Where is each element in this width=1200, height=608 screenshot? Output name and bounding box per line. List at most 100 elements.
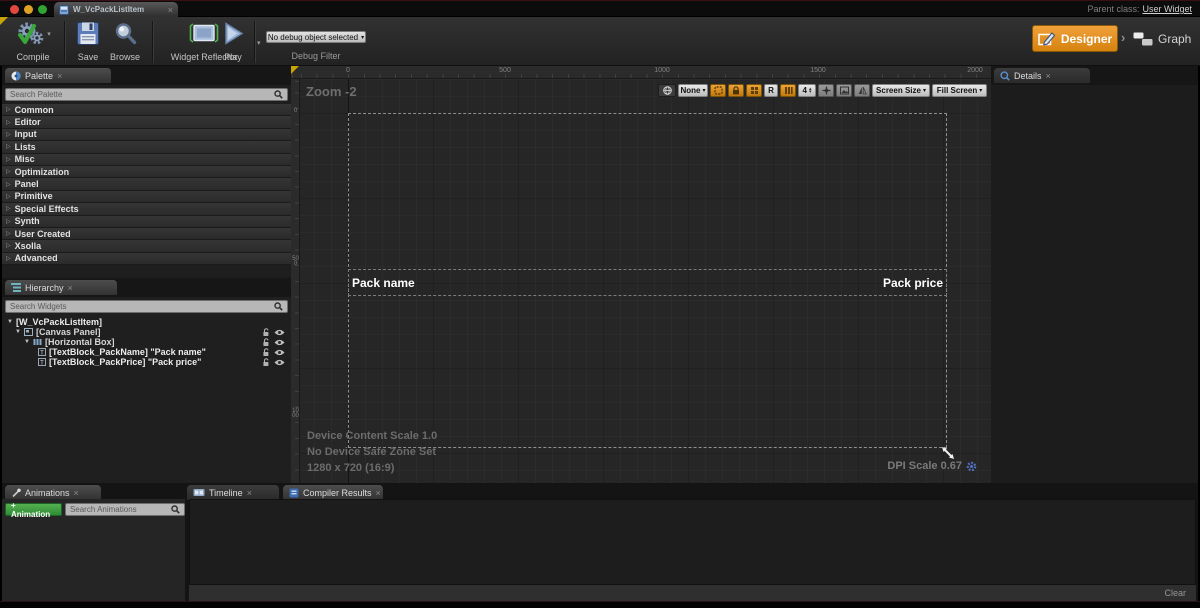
- browse-button[interactable]: Browse: [104, 21, 146, 63]
- asset-tab[interactable]: W_VcPackListItem ×: [54, 2, 178, 17]
- visibility-eye-icon[interactable]: [274, 349, 285, 356]
- expander-closed-icon[interactable]: ▷: [6, 156, 11, 163]
- palette-category-row[interactable]: ▷ Panel: [2, 178, 291, 190]
- expander-closed-icon[interactable]: ▷: [6, 131, 11, 138]
- lock-open-icon[interactable]: [262, 348, 271, 357]
- animations-tab-close-icon[interactable]: ×: [74, 489, 79, 497]
- hierarchy-search-input[interactable]: Search Widgets: [5, 300, 288, 313]
- palette-category-row[interactable]: ▷ Optimization: [2, 166, 291, 178]
- flip-direction-button[interactable]: [854, 84, 870, 97]
- tab-palette[interactable]: Palette ×: [5, 68, 111, 83]
- toggle-background-button[interactable]: [836, 84, 852, 97]
- respect-locks-toggle[interactable]: R: [764, 84, 778, 97]
- palette-category-row[interactable]: ▷ Xsolla: [2, 240, 291, 252]
- hierarchy-row-canvas-panel[interactable]: ▼ [Canvas Panel]: [2, 327, 291, 337]
- tab-timeline[interactable]: Timeline ×: [187, 485, 279, 500]
- designer-mode-button[interactable]: Designer: [1032, 25, 1118, 52]
- palette-category-row[interactable]: ▷ Common: [2, 104, 291, 116]
- palette-category-row[interactable]: ▷ Input: [2, 129, 291, 141]
- expander-closed-icon[interactable]: ▷: [6, 106, 11, 113]
- add-animation-button[interactable]: + Animation: [5, 503, 62, 516]
- visibility-eye-icon[interactable]: [274, 329, 285, 336]
- toolbar-separator: [152, 21, 153, 63]
- expander-open-icon[interactable]: ▼: [7, 319, 13, 325]
- visibility-eye-icon[interactable]: [274, 339, 285, 346]
- packprice-textblock[interactable]: Pack price: [883, 276, 943, 290]
- palette-search-input[interactable]: Search Palette: [5, 88, 288, 101]
- play-button[interactable]: Play: [212, 21, 254, 63]
- grid-snap-size-stepper[interactable]: 4 ▴▾: [798, 84, 816, 97]
- expander-closed-icon[interactable]: ▷: [6, 193, 11, 200]
- show-outlines-toggle[interactable]: [710, 84, 726, 97]
- save-button[interactable]: Save: [70, 21, 106, 63]
- play-options-caret-icon[interactable]: ▾: [257, 39, 261, 47]
- hierarchy-row-root[interactable]: ▼ [W_VcPackListItem]: [2, 317, 291, 327]
- expander-closed-icon[interactable]: ▷: [6, 119, 11, 126]
- tab-details[interactable]: Details ×: [994, 68, 1090, 83]
- packname-textblock[interactable]: Pack name: [352, 276, 415, 290]
- expander-open-icon[interactable]: ▼: [15, 329, 21, 335]
- zoom-to-fit-button[interactable]: [818, 84, 834, 97]
- visibility-eye-icon[interactable]: [274, 359, 285, 366]
- graph-mode-button[interactable]: Graph: [1133, 27, 1191, 51]
- expander-closed-icon[interactable]: ▷: [6, 168, 11, 175]
- palette-category-row[interactable]: ▷ Advanced: [2, 253, 291, 265]
- fill-screen-dropdown[interactable]: Fill Screen▾: [932, 84, 987, 97]
- expander-closed-icon[interactable]: ▷: [6, 205, 11, 212]
- grid-columns-toggle[interactable]: [780, 84, 796, 97]
- expander-closed-icon[interactable]: ▷: [6, 230, 11, 237]
- debug-object-dropdown[interactable]: No debug object selected ▾: [266, 31, 366, 43]
- dpi-settings-gear-icon[interactable]: [966, 461, 977, 472]
- culture-dropdown[interactable]: None▾: [678, 84, 708, 97]
- search-icon: [274, 302, 283, 311]
- expander-closed-icon[interactable]: ▷: [6, 218, 11, 225]
- palette-category-row[interactable]: ▷ Misc: [2, 154, 291, 166]
- tab-animations[interactable]: Animations ×: [5, 485, 101, 500]
- parent-class-link[interactable]: User Widget: [1142, 4, 1192, 14]
- palette-category-row[interactable]: ▷ Synth: [2, 216, 291, 228]
- palette-category-row[interactable]: ▷ Primitive: [2, 191, 291, 203]
- lock-open-icon[interactable]: [262, 338, 271, 347]
- compiler-tab-close-icon[interactable]: ×: [376, 489, 381, 497]
- hierarchy-row-textblock-packname[interactable]: T [TextBlock_PackName] "Pack name": [2, 347, 291, 357]
- palette-category-row[interactable]: ▷ User Created: [2, 228, 291, 240]
- lock-open-icon[interactable]: [262, 328, 271, 337]
- hierarchy-tab-close-icon[interactable]: ×: [68, 284, 73, 292]
- close-window-button[interactable]: [10, 5, 19, 14]
- expander-open-icon[interactable]: ▼: [24, 339, 30, 345]
- stepper-down-icon[interactable]: ▾: [809, 91, 812, 94]
- palette-tab-close-icon[interactable]: ×: [57, 72, 62, 80]
- palette-category-row[interactable]: ▷ Special Effects: [2, 203, 291, 215]
- expander-closed-icon[interactable]: ▷: [6, 242, 11, 249]
- lock-widgets-toggle[interactable]: [728, 84, 744, 97]
- expander-closed-icon[interactable]: ▷: [6, 255, 11, 262]
- hierarchy-row-textblock-packprice[interactable]: T [TextBlock_PackPrice] "Pack price": [2, 357, 291, 367]
- asset-tab-close-icon[interactable]: ×: [168, 6, 173, 14]
- tab-compiler-results[interactable]: Compiler Results ×: [283, 485, 383, 500]
- grid-icon: [750, 86, 759, 95]
- zoom-window-button[interactable]: [38, 5, 47, 14]
- horizontal-box-widget[interactable]: Pack name Pack price: [348, 269, 947, 296]
- localization-preview-button[interactable]: [658, 84, 676, 97]
- compile-button[interactable]: ▾ Compile: [6, 21, 60, 63]
- expander-closed-icon[interactable]: ▷: [6, 181, 11, 188]
- clear-button[interactable]: Clear: [1164, 588, 1186, 598]
- minimize-window-button[interactable]: [24, 5, 33, 14]
- tab-hierarchy[interactable]: Hierarchy ×: [5, 280, 117, 295]
- preview-resize-handle[interactable]: [941, 446, 955, 460]
- panel-corner-marker: [291, 66, 299, 74]
- snap-grid-toggle[interactable]: [746, 84, 762, 97]
- designer-canvas[interactable]: 0 500 1000 1500 2000 0 500 1000 Zoom -2 …: [291, 66, 991, 483]
- hierarchy-row-horizontal-box[interactable]: ▼ [Horizontal Box]: [2, 337, 291, 347]
- compile-options-caret-icon[interactable]: ▾: [47, 30, 51, 38]
- palette-category-row[interactable]: ▷ Lists: [2, 141, 291, 153]
- screen-size-dropdown[interactable]: Screen Size▾: [872, 84, 930, 97]
- expander-closed-icon[interactable]: ▷: [6, 143, 11, 150]
- dpi-scale-label: DPI Scale 0.67: [887, 460, 962, 472]
- timeline-tab-close-icon[interactable]: ×: [247, 489, 252, 497]
- zoom-level-label: Zoom -2: [306, 84, 357, 99]
- details-tab-close-icon[interactable]: ×: [1046, 72, 1051, 80]
- lock-open-icon[interactable]: [262, 358, 271, 367]
- palette-category-row[interactable]: ▷ Editor: [2, 116, 291, 128]
- animations-search-input[interactable]: Search Animations: [65, 503, 185, 516]
